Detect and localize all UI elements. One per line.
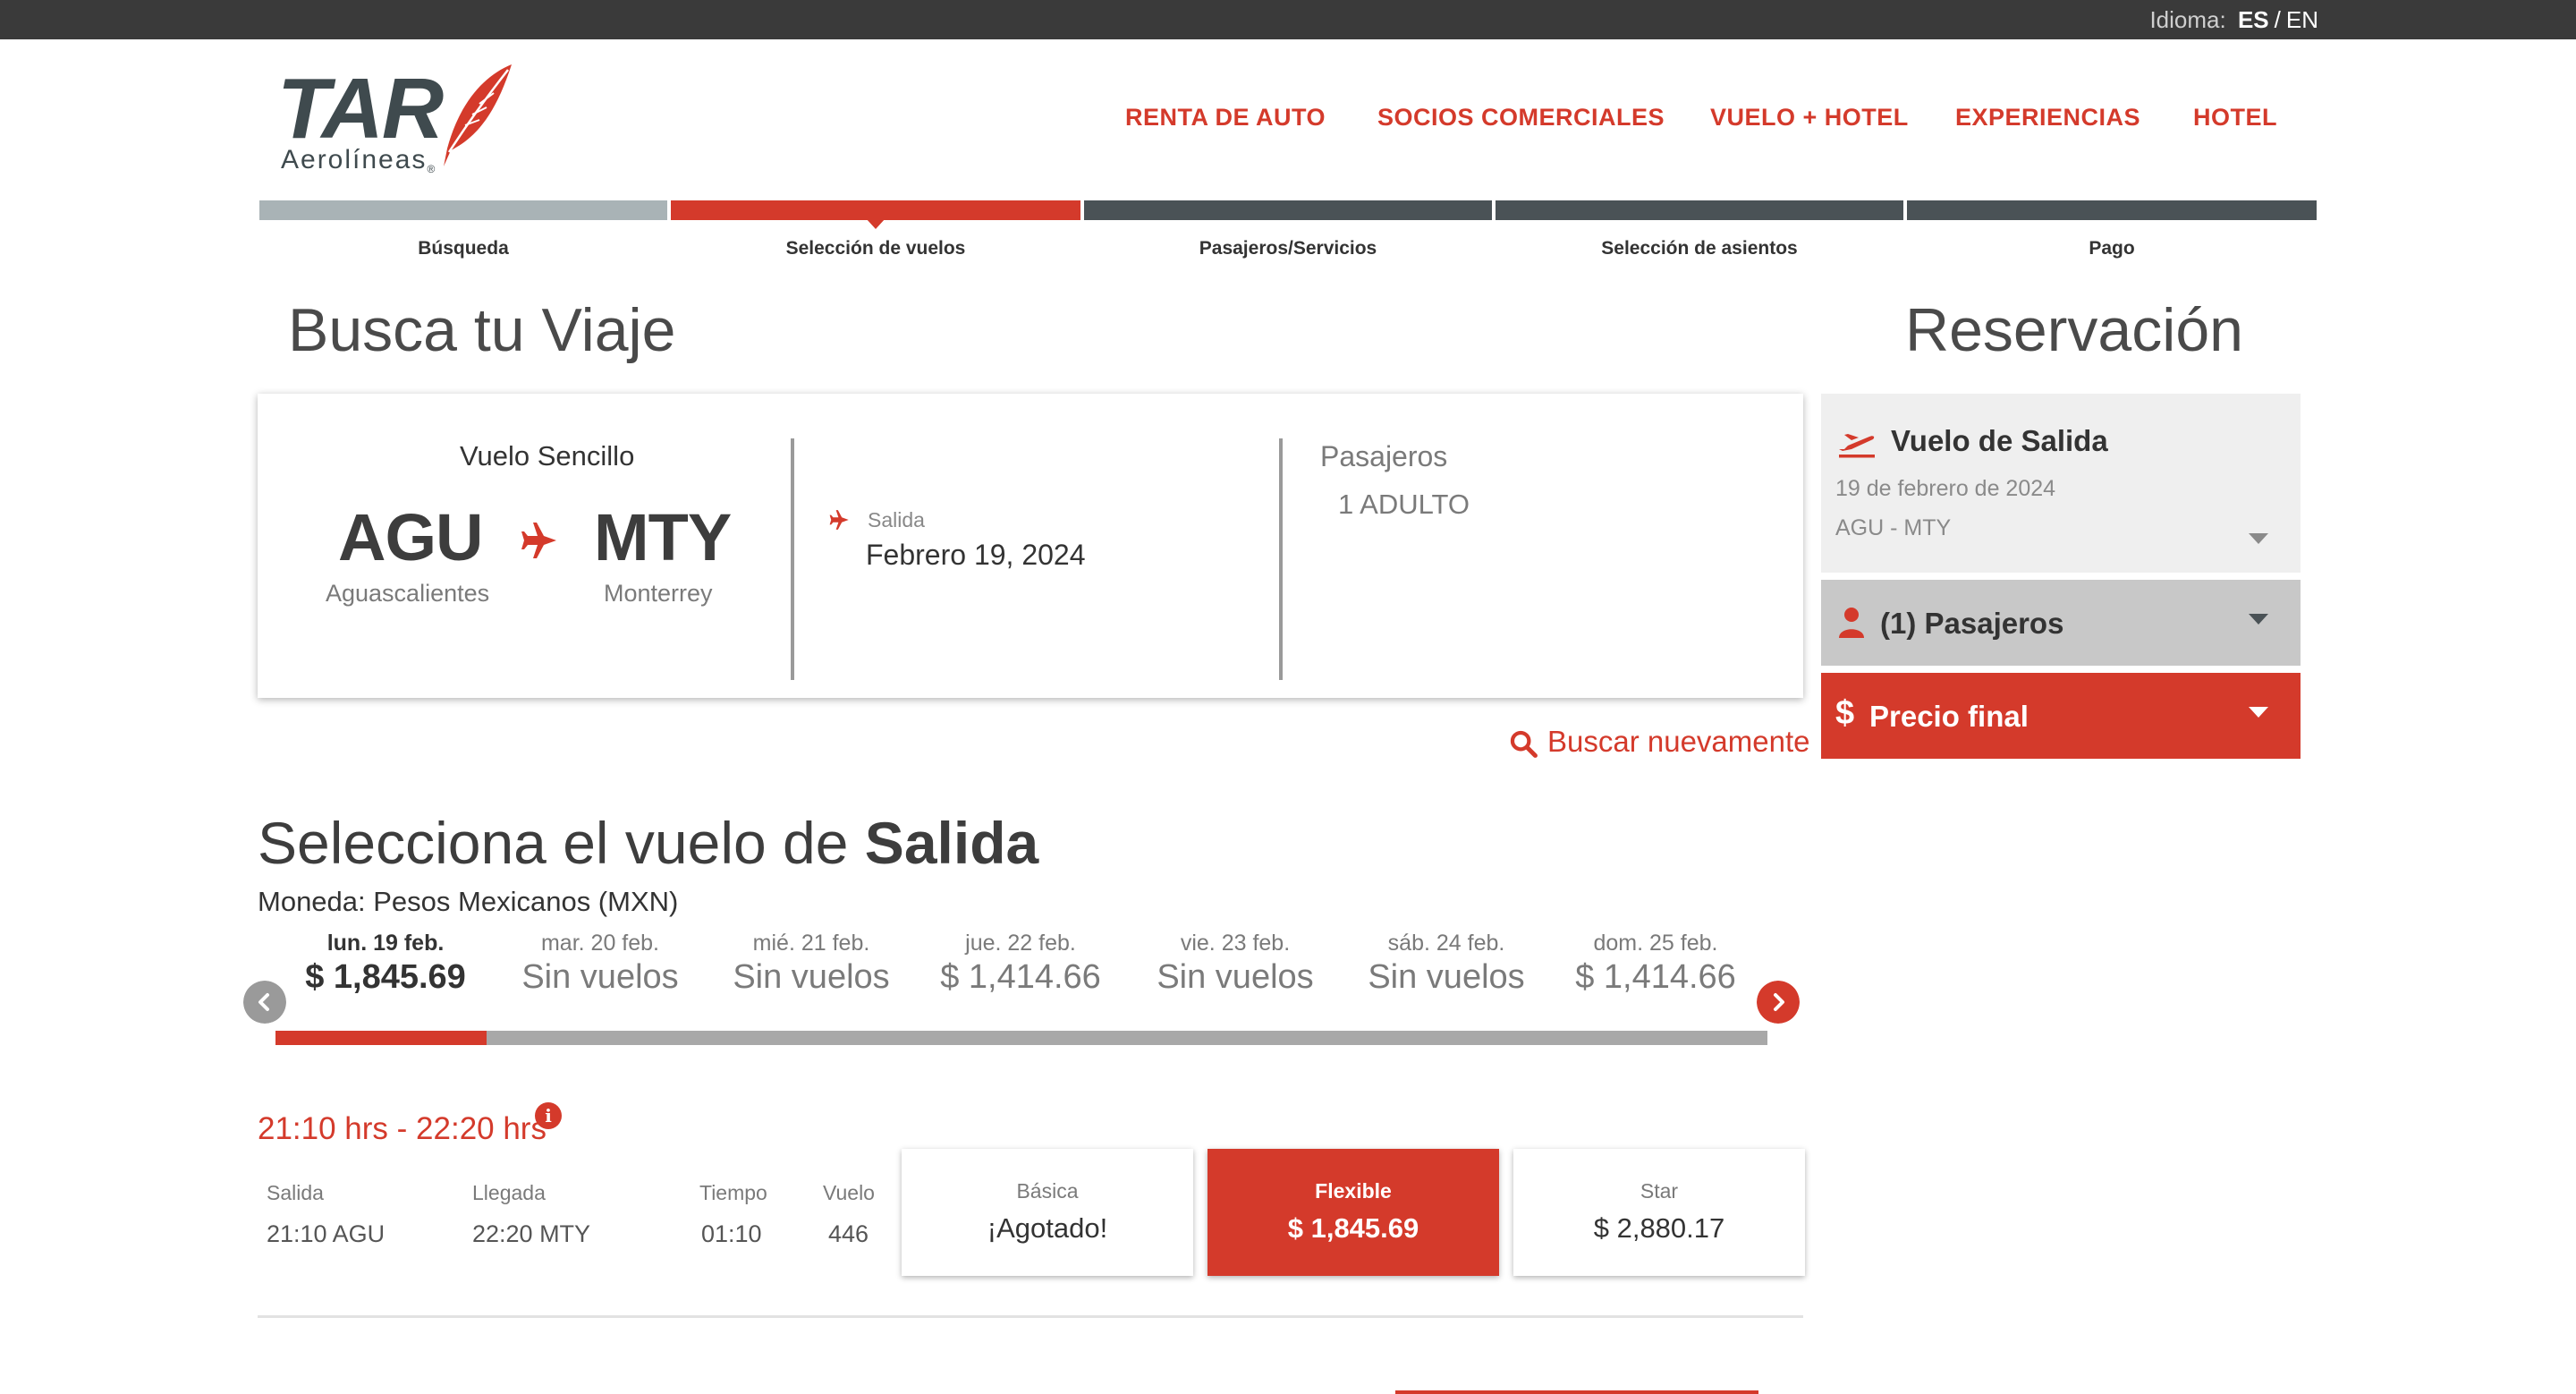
search-title: Busca tu Viaje [288, 296, 676, 364]
origin-city: Aguascalientes [326, 580, 490, 607]
fare-flexible[interactable]: Flexible $ 1,845.69 [1208, 1149, 1499, 1276]
date-option[interactable]: vie. 23 feb. Sin vuelos [1141, 931, 1329, 997]
chevron-left-icon[interactable] [243, 981, 286, 1024]
step-label-seats: Selección de asientos [1601, 238, 1798, 259]
flight-departure: 21:10 AGU [267, 1220, 386, 1247]
fare-price: $ 1,845.69 [1287, 1212, 1419, 1244]
language-switcher: Idioma: ES / EN [2149, 6, 2318, 34]
origin-code: AGU [338, 500, 483, 574]
nav-experiences[interactable]: EXPERIENCIAS [1955, 104, 2140, 132]
passengers-value: 1 ADULTO [1338, 489, 1470, 520]
step-bar-payment [1907, 200, 2317, 220]
language-es-link[interactable]: ES [2238, 6, 2269, 33]
date-option[interactable]: lun. 19 feb. $ 1,845.69 [292, 931, 479, 997]
destination-code: MTY [594, 500, 732, 574]
flight-number: 446 [828, 1220, 869, 1247]
brand-name: TAR [277, 61, 444, 157]
nav-car-rental[interactable]: RENTA DE AUTO [1125, 104, 1326, 132]
plane-icon [521, 523, 556, 558]
step-bar-search [259, 200, 667, 220]
date-option[interactable]: mar. 20 feb. Sin vuelos [506, 931, 694, 997]
date-option[interactable]: sáb. 24 feb. Sin vuelos [1352, 931, 1540, 997]
destination-city: Monterrey [604, 580, 713, 607]
date-scroll-indicator[interactable] [275, 1031, 487, 1045]
departure-label: Salida [868, 508, 925, 531]
brand-subtitle: Aerolíneas® [281, 145, 437, 175]
date-scroll-track[interactable] [275, 1031, 1767, 1045]
language-separator: / [2274, 6, 2281, 33]
fare-price: ¡Agotado! [987, 1212, 1108, 1244]
col-header-duration: Tiempo [699, 1181, 767, 1204]
step-pointer-icon [866, 218, 886, 229]
date-option[interactable]: dom. 25 feb. $ 1,414.66 [1562, 931, 1750, 997]
fare-star[interactable]: Star $ 2,880.17 [1513, 1149, 1805, 1276]
card-divider [1279, 438, 1283, 680]
date-option[interactable]: jue. 22 feb. $ 1,414.66 [927, 931, 1114, 997]
col-header-arrival: Llegada [472, 1181, 546, 1204]
dollar-icon: $ [1835, 694, 1855, 732]
user-icon [1839, 608, 1864, 638]
outbound-date: 19 de febrero de 2024 [1835, 476, 2056, 501]
step-label-passengers: Pasajeros/Servicios [1199, 238, 1377, 259]
date-option[interactable]: mié. 21 feb. Sin vuelos [717, 931, 905, 997]
flight-arrival: 22:20 MTY [472, 1220, 591, 1247]
fare-basic[interactable]: Básica ¡Agotado! [902, 1149, 1193, 1276]
chevron-down-icon [2249, 707, 2268, 718]
step-bar-flights [671, 200, 1080, 220]
fare-name: Star [1640, 1179, 1679, 1203]
reservation-outbound-panel[interactable]: Vuelo de Salida 19 de febrero de 2024 AG… [1821, 394, 2301, 573]
search-summary-card: Vuelo Sencillo AGU MTY Aguascalientes Mo… [258, 394, 1803, 698]
reservation-title: Reservación [1905, 296, 2243, 364]
chevron-down-icon [2249, 533, 2268, 544]
fare-name: Básica [1016, 1179, 1079, 1203]
registered-mark: ® [427, 163, 437, 175]
top-bar: Idioma: ES / EN [0, 0, 2576, 39]
trip-type: Vuelo Sencillo [460, 440, 635, 472]
final-price-label: Precio final [1869, 700, 2029, 733]
step-label-search[interactable]: Búsqueda [259, 238, 667, 259]
feather-logo-icon [444, 64, 512, 166]
plane-takeoff-icon [1839, 434, 1875, 458]
fare-price: $ 2,880.17 [1593, 1212, 1725, 1244]
search-again-link[interactable]: Buscar nuevamente [1508, 725, 1810, 759]
flight-time-range: 21:10 hrs - 22:20 hrs [258, 1111, 547, 1146]
nav-flight-hotel[interactable]: VUELO + HOTEL [1710, 104, 1909, 132]
step-label-flights[interactable]: Selección de vuelos [671, 238, 1080, 259]
reservation-passengers-panel[interactable]: (1) Pasajeros [1821, 580, 2301, 666]
info-icon[interactable]: i [535, 1102, 562, 1129]
outbound-route: AGU - MTY [1835, 515, 1952, 540]
flight-duration: 01:10 [701, 1220, 762, 1247]
col-header-flight: Vuelo [823, 1181, 875, 1204]
passengers-label: Pasajeros [1320, 440, 1448, 472]
fare-name: Flexible [1315, 1179, 1392, 1203]
plane-takeoff-small-icon [829, 510, 849, 530]
chevron-right-icon[interactable] [1757, 981, 1800, 1024]
card-divider [791, 438, 794, 680]
step-bar-passengers [1084, 200, 1492, 220]
continue-button-edge[interactable] [1395, 1390, 1758, 1394]
language-label: Idioma: [2149, 6, 2226, 33]
language-en-link[interactable]: EN [2286, 6, 2318, 33]
chevron-down-icon [2249, 614, 2268, 625]
col-header-departure: Salida [267, 1181, 324, 1204]
nav-partners[interactable]: SOCIOS COMERCIALES [1377, 104, 1665, 132]
section-divider [258, 1315, 1803, 1318]
nav-hotel[interactable]: HOTEL [2193, 104, 2277, 132]
brand-logo[interactable]: TAR Aerolíneas® [277, 63, 519, 179]
select-flight-title: Selecciona el vuelo de Salida [258, 810, 1039, 876]
step-label-payment: Pago [2089, 238, 2135, 259]
departure-date: Febrero 19, 2024 [866, 539, 1086, 571]
search-icon [1510, 730, 1538, 758]
step-bar-seats [1496, 200, 1903, 220]
outbound-title: Vuelo de Salida [1891, 424, 2108, 457]
reservation-price-panel[interactable]: $ Precio final [1821, 673, 2301, 759]
search-again-label: Buscar nuevamente [1547, 725, 1810, 758]
currency-label: Moneda: Pesos Mexicanos (MXN) [258, 886, 679, 917]
passengers-summary: (1) Pasajeros [1880, 607, 2064, 640]
